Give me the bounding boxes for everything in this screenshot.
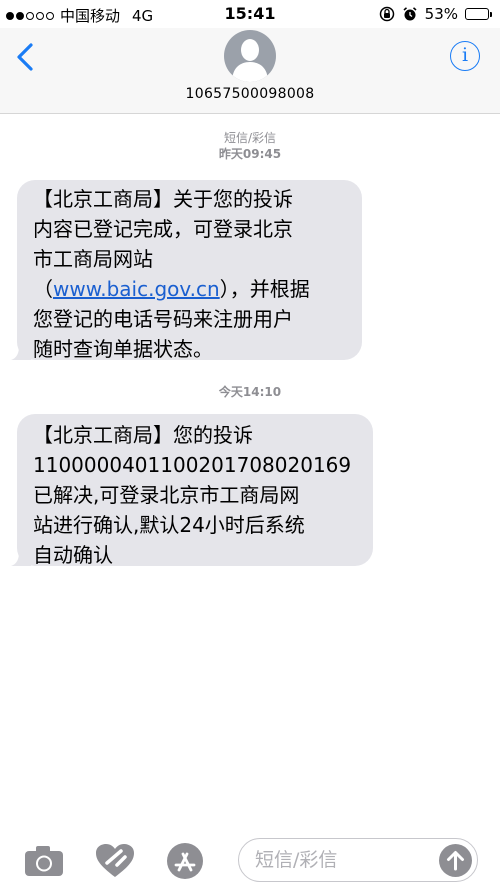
message-line: 【北京工商局】关于您的投诉	[33, 187, 293, 211]
send-arrow-icon	[447, 851, 464, 871]
link-suffix: ），并根据	[219, 277, 310, 301]
message-link[interactable]: www.baic.gov.cn	[53, 277, 220, 301]
message-bubble[interactable]: 【北京工商局】您的投诉 110000040110020170802016​9 已…	[11, 414, 373, 567]
message-composer	[238, 838, 478, 882]
battery-percent: 53%	[424, 5, 458, 23]
message-input[interactable]	[255, 847, 435, 873]
app-store-button[interactable]	[166, 842, 204, 884]
status-bar: 中国移动 4G 15:41 53%	[0, 0, 500, 28]
info-button[interactable]: i	[450, 41, 480, 71]
person-silhouette-icon	[232, 39, 268, 82]
contact-avatar[interactable]	[224, 30, 276, 82]
status-right: 53%	[379, 5, 492, 23]
message-line: 已解决,可登录北京市工商局网	[33, 483, 300, 507]
message-type-label: 短信/彩信	[223, 131, 277, 145]
send-button[interactable]	[439, 844, 472, 877]
info-icon: i	[461, 44, 469, 66]
bubble-tail	[11, 346, 31, 360]
message-line: 随时查询单据状态。	[33, 337, 213, 361]
message-line: 站进行确认,默认24小时后系统	[33, 513, 305, 537]
conversation-header: 10657500098008 i	[0, 28, 500, 114]
alarm-icon	[403, 7, 417, 21]
message-line: 您登记的电话号码来注册用户	[33, 307, 293, 331]
message-meta: 短信/彩信 昨天09:45	[0, 130, 500, 162]
message-line: 110000040110020170802016​9	[33, 453, 352, 477]
message-timestamp: 昨天09:45	[218, 147, 282, 161]
back-button[interactable]	[10, 40, 44, 74]
message-line: 市工商局网站	[33, 247, 153, 271]
digital-touch-icon	[96, 844, 134, 877]
digital-touch-button[interactable]	[95, 843, 135, 883]
message-bubble[interactable]: 【北京工商局】关于您的投诉 内容已登记完成，可登录北京 市工商局网站 （www.…	[11, 180, 362, 361]
camera-icon	[25, 846, 63, 876]
message-timestamp: 今天14:10	[218, 385, 282, 399]
bubble-tail	[11, 552, 31, 566]
message-line-with-link: （www.baic.gov.cn），并根据	[33, 274, 346, 304]
message-line: 自动确认	[33, 543, 113, 567]
app-store-icon	[167, 843, 203, 879]
contact-name[interactable]: 10657500098008	[0, 86, 500, 102]
paren-open: （	[33, 277, 53, 301]
camera-button[interactable]	[24, 845, 64, 881]
chevron-left-icon	[17, 43, 33, 71]
rotation-lock-icon	[379, 6, 394, 22]
message-line: 内容已登记完成，可登录北京	[33, 217, 293, 241]
message-line: 【北京工商局】您的投诉	[33, 423, 253, 447]
message-meta: 今天14:10	[0, 384, 500, 400]
battery-icon	[465, 8, 492, 20]
message-input-bar	[0, 833, 500, 889]
